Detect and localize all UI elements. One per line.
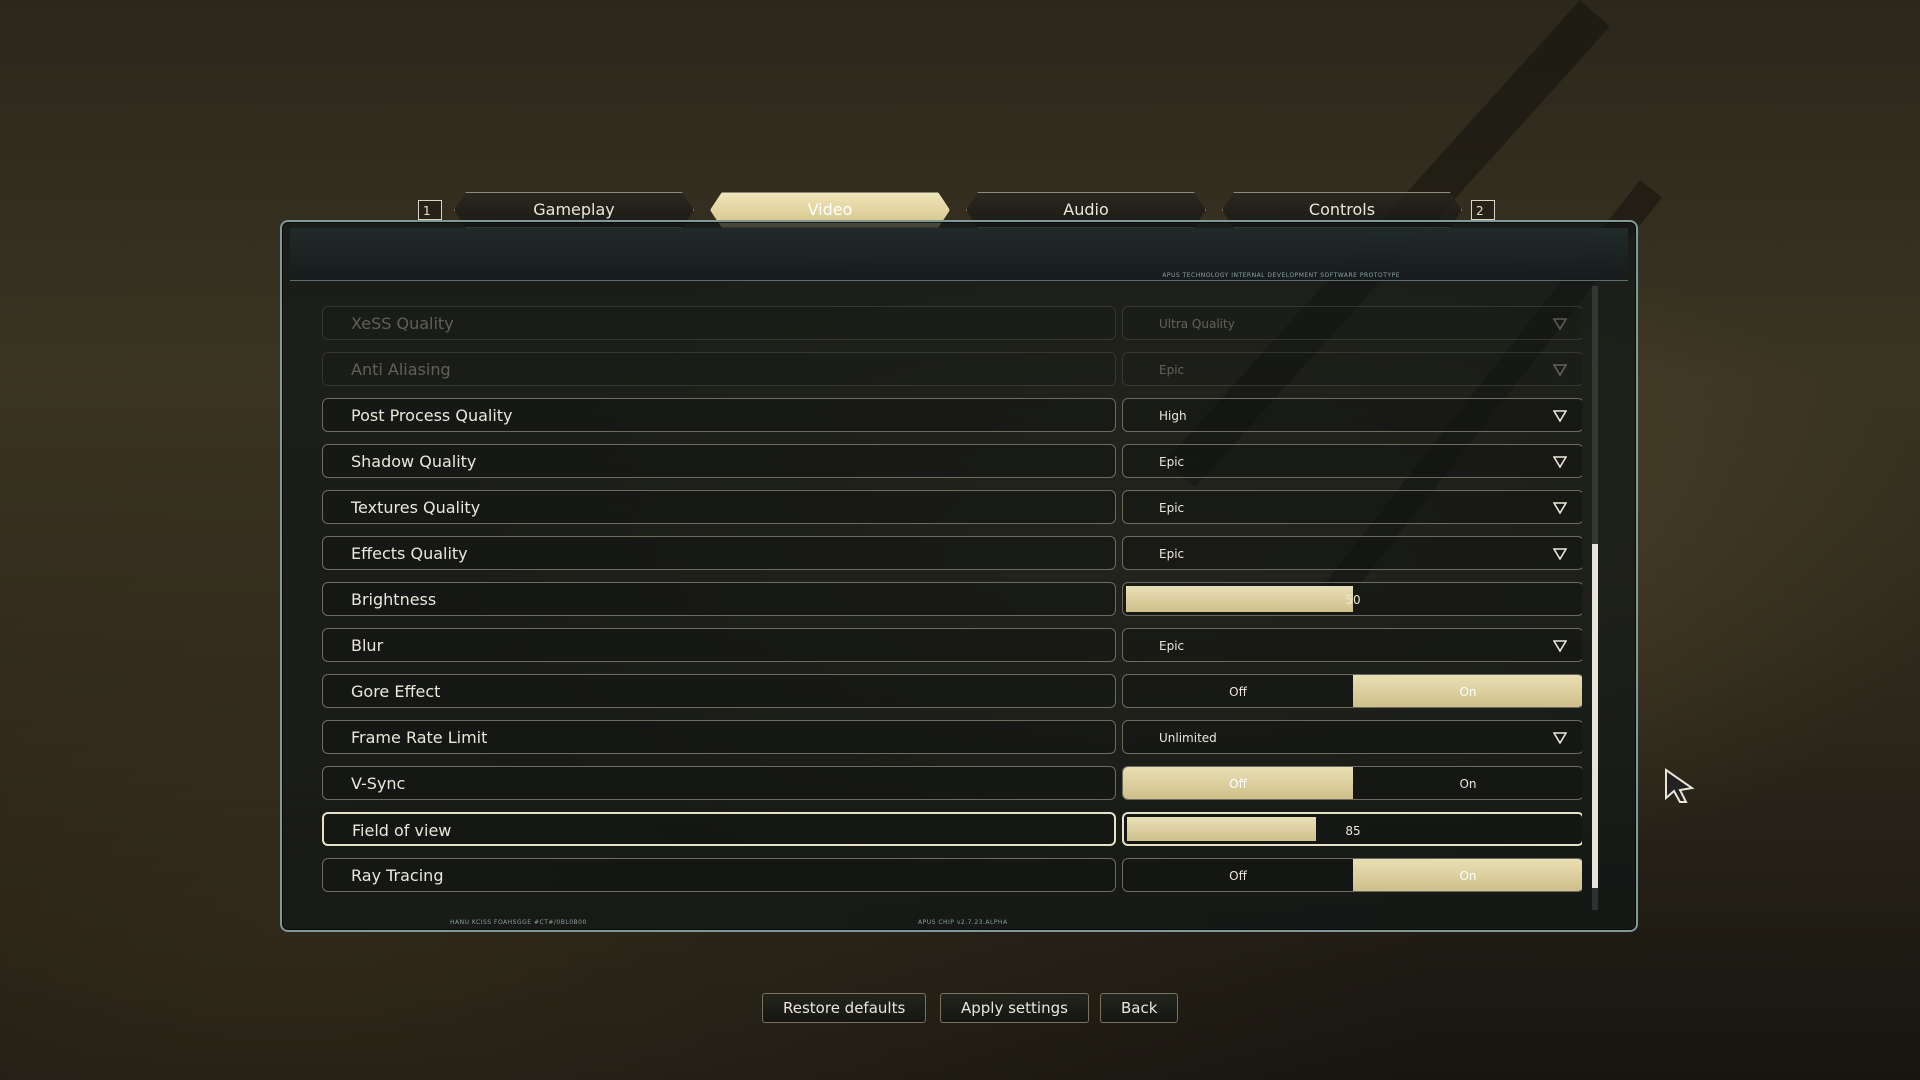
setting-label: Textures Quality	[351, 498, 481, 517]
panel-header-bar	[290, 228, 1628, 281]
setting-label-box: Shadow Quality	[322, 444, 1116, 478]
chevron-down-icon	[1553, 318, 1567, 331]
dropdown-value: Epic	[1159, 639, 1185, 653]
setting-dropdown[interactable]: Epic	[1122, 444, 1582, 478]
setting-label-box: Frame Rate Limit	[322, 720, 1116, 754]
setting-label: Blur	[351, 636, 384, 655]
dropdown-value: Epic	[1159, 501, 1185, 515]
setting-label-box: Anti Aliasing	[322, 352, 1116, 386]
setting-label-box: Gore Effect	[322, 674, 1116, 708]
dropdown-value: Ultra Quality	[1159, 317, 1235, 331]
setting-row-effects-quality[interactable]: Effects Quality Epic	[322, 536, 1582, 570]
chevron-down-icon	[1553, 410, 1567, 423]
chevron-down-icon	[1553, 502, 1567, 515]
dropdown-value: Unlimited	[1159, 731, 1217, 745]
setting-label: Post Process Quality	[351, 406, 513, 425]
setting-toggle[interactable]: Off On	[1122, 674, 1582, 708]
setting-label-box: Blur	[322, 628, 1116, 662]
settings-scrollbar[interactable]	[1592, 286, 1598, 910]
back-button[interactable]: Back	[1100, 993, 1179, 1023]
dropdown-value: High	[1159, 409, 1187, 423]
apply-settings-button[interactable]: Apply settings	[940, 993, 1089, 1023]
setting-dropdown[interactable]: Epic	[1122, 628, 1582, 662]
setting-slider[interactable]: 85	[1122, 812, 1582, 846]
toggle-off-option[interactable]: Off	[1123, 859, 1353, 891]
setting-row-frame-rate-limit[interactable]: Frame Rate Limit Unlimited	[322, 720, 1582, 754]
setting-label-box: XeSS Quality	[322, 306, 1116, 340]
dropdown-value: Epic	[1159, 547, 1185, 561]
setting-toggle[interactable]: Off On	[1122, 766, 1582, 800]
setting-label-box: Brightness	[322, 582, 1116, 616]
chevron-down-icon	[1553, 548, 1567, 561]
setting-toggle[interactable]: Off On	[1122, 858, 1582, 892]
slider-value: 85	[1345, 824, 1361, 838]
setting-label: Shadow Quality	[351, 452, 477, 471]
setting-row-anti-aliasing: Anti Aliasing Epic	[322, 352, 1582, 386]
bottom-action-bar: Restore defaults Apply settings Back	[0, 993, 1920, 1025]
scrollbar-thumb[interactable]	[1592, 544, 1598, 888]
setting-row-ray-tracing[interactable]: Ray Tracing Off On	[322, 858, 1582, 892]
setting-row-v-sync[interactable]: V-Sync Off On	[322, 766, 1582, 800]
dropdown-value: Epic	[1159, 455, 1185, 469]
setting-label: XeSS Quality	[351, 314, 454, 333]
setting-label: Ray Tracing	[351, 866, 444, 885]
setting-label: V-Sync	[351, 774, 406, 793]
chevron-down-icon	[1553, 364, 1567, 377]
setting-label: Anti Aliasing	[351, 360, 451, 379]
chevron-down-icon	[1553, 456, 1567, 469]
setting-row-brightness[interactable]: Brightness 50	[322, 582, 1582, 616]
mouse-pointer-icon	[1665, 768, 1695, 803]
setting-dropdown[interactable]: Unlimited	[1122, 720, 1582, 754]
footer-microtext-center: APUS CHIP v2.7.23.ALPHA	[918, 919, 1008, 926]
prev-tab-key-hint[interactable]: 1	[418, 200, 442, 220]
setting-dropdown: Ultra Quality	[1122, 306, 1582, 340]
footer-microtext-left: HANU KCISS FOAHSGGE #CT#/0BL0B00	[450, 919, 587, 926]
setting-dropdown[interactable]: Epic	[1122, 536, 1582, 570]
setting-row-post-process-quality[interactable]: Post Process Quality High	[322, 398, 1582, 432]
setting-label: Gore Effect	[351, 682, 441, 701]
slider-value: 50	[1345, 593, 1361, 607]
setting-row-xess-quality: XeSS Quality Ultra Quality	[322, 306, 1582, 340]
setting-label: Field of view	[352, 821, 452, 840]
toggle-on-option[interactable]: On	[1353, 859, 1582, 891]
toggle-on-option[interactable]: On	[1353, 675, 1582, 707]
setting-row-shadow-quality[interactable]: Shadow Quality Epic	[322, 444, 1582, 478]
next-tab-key-hint[interactable]: 2	[1471, 200, 1495, 220]
video-settings-panel: APUS TECHNOLOGY INTERNAL DEVELOPMENT SOF…	[280, 220, 1638, 932]
setting-label-box: Field of view	[322, 812, 1116, 846]
setting-dropdown[interactable]: Epic	[1122, 490, 1582, 524]
header-microtext: APUS TECHNOLOGY INTERNAL DEVELOPMENT SOF…	[1162, 272, 1400, 279]
setting-label-box: Effects Quality	[322, 536, 1116, 570]
setting-dropdown[interactable]: High	[1122, 398, 1582, 432]
settings-list: XeSS Quality Ultra Quality Anti Aliasing Ep…	[322, 306, 1582, 922]
setting-label-box: Ray Tracing	[322, 858, 1116, 892]
setting-label: Effects Quality	[351, 544, 468, 563]
setting-slider[interactable]: 50	[1122, 582, 1582, 616]
setting-label-box: V-Sync	[322, 766, 1116, 800]
chevron-down-icon	[1553, 732, 1567, 745]
toggle-off-option[interactable]: Off	[1123, 675, 1353, 707]
setting-row-textures-quality[interactable]: Textures Quality Epic	[322, 490, 1582, 524]
setting-label: Brightness	[351, 590, 437, 609]
setting-label-box: Post Process Quality	[322, 398, 1116, 432]
toggle-off-option[interactable]: Off	[1123, 767, 1353, 799]
toggle-on-option[interactable]: On	[1353, 767, 1582, 799]
setting-row-field-of-view[interactable]: Field of view 85	[322, 812, 1582, 846]
restore-defaults-button[interactable]: Restore defaults	[762, 993, 927, 1023]
setting-label: Frame Rate Limit	[351, 728, 488, 747]
setting-label-box: Textures Quality	[322, 490, 1116, 524]
setting-row-gore-effect[interactable]: Gore Effect Off On	[322, 674, 1582, 708]
chevron-down-icon	[1553, 640, 1567, 653]
dropdown-value: Epic	[1159, 363, 1185, 377]
setting-row-blur[interactable]: Blur Epic	[322, 628, 1582, 662]
setting-dropdown: Epic	[1122, 352, 1582, 386]
